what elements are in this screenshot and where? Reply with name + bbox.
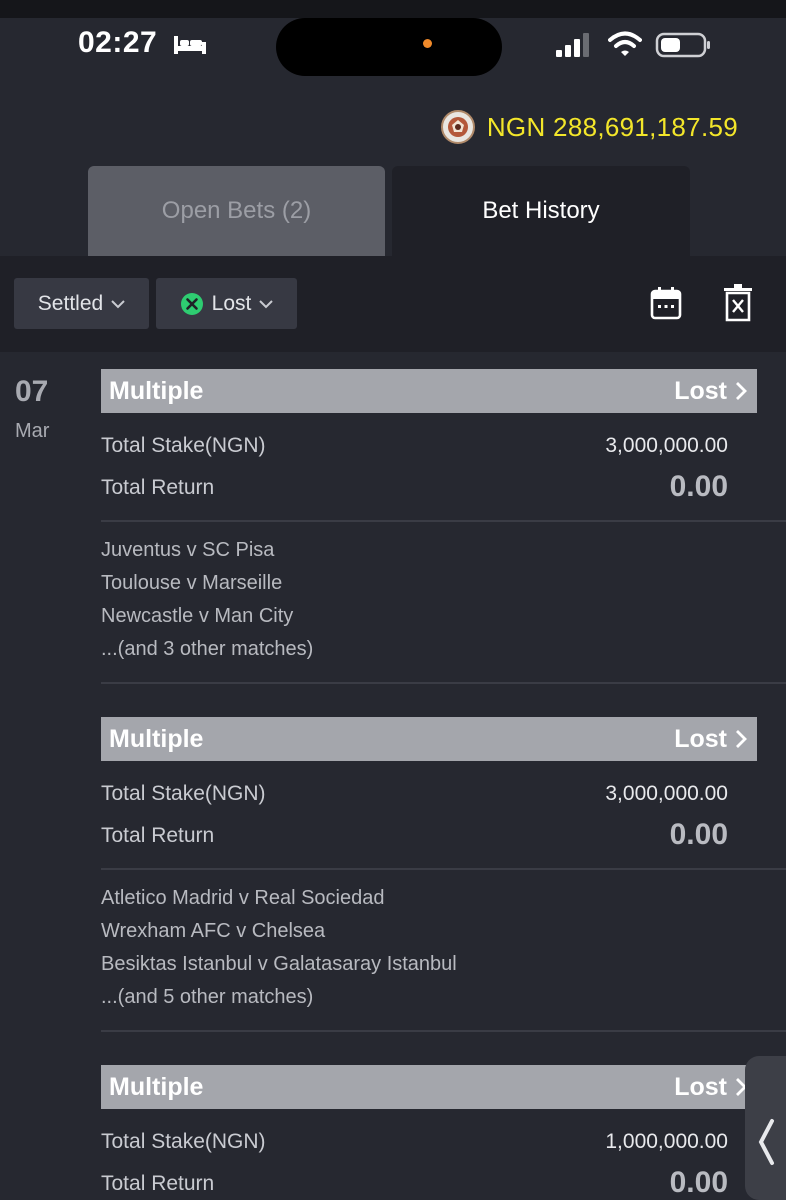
trash-icon[interactable]: [723, 284, 753, 322]
dynamic-island: [276, 18, 502, 76]
return-label: Total Return: [101, 476, 215, 499]
match-item: Atletico Madrid v Real Sociedad: [101, 887, 385, 909]
match-more: ...(and 3 other matches): [101, 638, 314, 660]
result-filter-dropdown[interactable]: Lost: [156, 278, 297, 329]
bet-card: Multiple Lost Total Stake(NGN) 3,000,000…: [101, 369, 786, 687]
ball-coin-icon: [440, 110, 475, 144]
chevron-down-icon: [111, 299, 125, 308]
bed-icon: [174, 36, 206, 54]
bet-status-label: Lost: [674, 724, 727, 753]
return-label: Total Return: [101, 824, 215, 847]
divider: [101, 682, 786, 684]
bet-status-label: Lost: [674, 1072, 727, 1101]
bet-header[interactable]: Multiple Lost: [101, 369, 757, 413]
bet-status: Lost: [674, 377, 747, 406]
stake-label: Total Stake(NGN): [101, 434, 266, 457]
match-more: ...(and 5 other matches): [101, 986, 314, 1008]
balance-amount: NGN 288,691,187.59: [486, 111, 738, 142]
bet-status: Lost: [674, 1073, 747, 1102]
chevron-right-icon: [736, 382, 747, 400]
settled-filter-label: Settled: [37, 291, 104, 315]
return-value: 0.00: [669, 470, 728, 503]
bet-header[interactable]: Multiple Lost: [101, 1065, 757, 1109]
stake-label: Total Stake(NGN): [101, 782, 266, 805]
tab-bet-history[interactable]: Bet History: [392, 166, 690, 256]
tab-open-bets[interactable]: Open Bets (2): [88, 166, 385, 256]
return-value: 0.00: [669, 1166, 728, 1199]
match-item: Toulouse v Marseille: [101, 572, 283, 594]
date-day: 07: [15, 375, 49, 408]
match-item: Newcastle v Man City: [101, 605, 294, 627]
bet-card: Multiple Lost Total Stake(NGN) 3,000,000…: [101, 717, 786, 1035]
status-bar: 02:27: [0, 18, 786, 80]
battery-icon: [655, 32, 710, 58]
result-filter-label: Lost: [211, 291, 252, 315]
filter-bar: Settled Lost: [0, 256, 786, 352]
stake-label: Total Stake(NGN): [101, 1130, 266, 1153]
bet-type: Multiple: [109, 724, 204, 753]
chevron-right-icon: [736, 730, 747, 748]
divider: [101, 1030, 786, 1032]
wifi-icon: [608, 31, 642, 56]
account-balance[interactable]: NGN 288,691,187.59: [440, 110, 738, 144]
calendar-icon[interactable]: [650, 286, 682, 320]
date-month: Mar: [15, 420, 50, 442]
stake-value: 1,000,000.00: [605, 1130, 728, 1153]
chevron-left-icon: [758, 1119, 774, 1165]
stake-value: 3,000,000.00: [605, 782, 728, 805]
return-label: Total Return: [101, 1172, 215, 1195]
signal-icon: [556, 33, 589, 57]
bet-type: Multiple: [109, 1072, 204, 1101]
side-drawer-handle[interactable]: [745, 1056, 786, 1200]
status-time: 02:27: [78, 26, 158, 59]
top-band: [0, 0, 786, 18]
bet-status-label: Lost: [674, 376, 727, 405]
lost-x-circle-icon: [180, 292, 203, 315]
settled-filter-dropdown[interactable]: Settled: [14, 278, 149, 329]
return-value: 0.00: [669, 818, 728, 851]
bet-status: Lost: [674, 725, 747, 754]
bet-card: Multiple Lost Total Stake(NGN) 1,000,000…: [101, 1065, 786, 1200]
bet-header[interactable]: Multiple Lost: [101, 717, 757, 761]
match-item: Besiktas Istanbul v Galatasaray Istanbul: [101, 953, 457, 975]
stake-value: 3,000,000.00: [605, 434, 728, 457]
bet-type: Multiple: [109, 376, 204, 405]
recording-indicator-icon: [423, 39, 432, 48]
divider: [101, 868, 786, 870]
chevron-down-icon: [259, 299, 274, 308]
divider: [101, 520, 786, 522]
match-item: Wrexham AFC v Chelsea: [101, 920, 326, 942]
match-item: Juventus v SC Pisa: [101, 539, 275, 561]
